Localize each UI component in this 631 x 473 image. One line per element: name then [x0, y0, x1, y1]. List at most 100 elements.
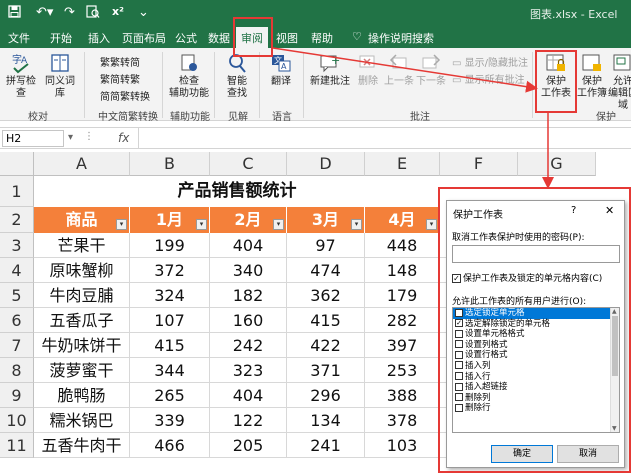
- next-comment-button[interactable]: 下一条: [416, 52, 446, 88]
- table-cell[interactable]: 107: [130, 308, 210, 333]
- table-cell[interactable]: 371: [287, 358, 365, 383]
- table-cell[interactable]: 422: [287, 333, 365, 358]
- table-cell[interactable]: 265: [130, 383, 210, 408]
- tab-data[interactable]: 数据: [208, 30, 230, 46]
- row-header-11[interactable]: 11: [0, 433, 34, 458]
- table-cell[interactable]: 404: [210, 233, 287, 258]
- column-header-c[interactable]: C: [210, 152, 287, 176]
- table-cell[interactable]: 388: [365, 383, 440, 408]
- header-cell[interactable]: 1月 ▾: [130, 207, 210, 233]
- table-cell[interactable]: 282: [365, 308, 440, 333]
- name-box-dropdown-icon[interactable]: ▾: [68, 132, 73, 143]
- formula-input[interactable]: [140, 130, 628, 147]
- table-cell[interactable]: 474: [287, 258, 365, 283]
- previous-comment-button[interactable]: 上一条: [384, 52, 414, 88]
- table-cell[interactable]: 296: [287, 383, 365, 408]
- smart-lookup-button[interactable]: 智能 查找: [220, 52, 254, 100]
- row-header-8[interactable]: 8: [0, 358, 34, 383]
- row-header-7[interactable]: 7: [0, 333, 34, 358]
- thesaurus-button[interactable]: 同义词库: [43, 52, 77, 100]
- name-box[interactable]: H2: [2, 130, 64, 147]
- table-cell[interactable]: 397: [365, 333, 440, 358]
- table-cell[interactable]: 340: [210, 258, 287, 283]
- table-cell[interactable]: 253: [365, 358, 440, 383]
- tab-home[interactable]: 开始: [50, 30, 72, 46]
- save-icon[interactable]: [8, 5, 21, 22]
- check-accessibility-button[interactable]: 检查 辅助功能: [168, 52, 210, 100]
- header-cell[interactable]: 2月 ▾: [210, 207, 287, 233]
- table-cell[interactable]: 466: [130, 433, 210, 458]
- table-cell[interactable]: 160: [210, 308, 287, 333]
- table-cell[interactable]: 362: [287, 283, 365, 308]
- table-cell[interactable]: 牛奶味饼干: [34, 333, 130, 358]
- simplified-to-traditional-button[interactable]: 繁简转繁: [100, 71, 140, 86]
- tab-formulas[interactable]: 公式: [175, 30, 197, 46]
- row-header-6[interactable]: 6: [0, 308, 34, 333]
- preview-icon[interactable]: [86, 5, 100, 23]
- row-header-9[interactable]: 9: [0, 383, 34, 408]
- table-cell[interactable]: 182: [210, 283, 287, 308]
- table-cell[interactable]: 脆鸭肠: [34, 383, 130, 408]
- row-header-10[interactable]: 10: [0, 408, 34, 433]
- table-cell[interactable]: 415: [130, 333, 210, 358]
- show-hide-comment-button[interactable]: ▭ 显示/隐藏批注: [452, 54, 528, 69]
- row-header-1[interactable]: 1: [0, 176, 34, 207]
- table-cell[interactable]: 344: [130, 358, 210, 383]
- header-cell[interactable]: 商品 ▾: [34, 207, 130, 233]
- allow-edit-ranges-button[interactable]: 允许编辑区域: [608, 52, 631, 112]
- table-cell[interactable]: 324: [130, 283, 210, 308]
- spell-check-button[interactable]: 字A 拼写检查: [4, 52, 38, 100]
- superscript-icon[interactable]: x²: [112, 5, 124, 18]
- table-cell[interactable]: 404: [210, 383, 287, 408]
- table-cell[interactable]: 菠萝蜜干: [34, 358, 130, 383]
- column-header-f[interactable]: F: [440, 152, 518, 176]
- row-header-5[interactable]: 5: [0, 283, 34, 308]
- table-cell[interactable]: 原味蟹柳: [34, 258, 130, 283]
- table-cell[interactable]: 五香瓜子: [34, 308, 130, 333]
- filter-dropdown-icon[interactable]: ▾: [351, 219, 362, 230]
- protect-workbook-button[interactable]: 保护 工作簿: [577, 52, 607, 100]
- column-header-a[interactable]: A: [34, 152, 130, 176]
- column-header-d[interactable]: D: [287, 152, 365, 176]
- table-cell[interactable]: 134: [287, 408, 365, 433]
- table-cell[interactable]: 415: [287, 308, 365, 333]
- traditional-to-simplified-button[interactable]: 繁繁转简: [100, 54, 140, 69]
- header-cell[interactable]: 3月 ▾: [287, 207, 365, 233]
- tab-file[interactable]: 文件: [8, 30, 30, 46]
- table-cell[interactable]: 五香牛肉干: [34, 433, 130, 458]
- tab-view[interactable]: 视图: [276, 30, 298, 46]
- show-all-comments-button[interactable]: ▭ 显示所有批注: [452, 71, 525, 86]
- table-cell[interactable]: 199: [130, 233, 210, 258]
- customize-quick-access-icon[interactable]: ⌄: [138, 5, 149, 20]
- filter-dropdown-icon[interactable]: ▾: [273, 219, 284, 230]
- table-cell[interactable]: 339: [130, 408, 210, 433]
- sheet-title[interactable]: 产品销售额统计: [34, 176, 440, 207]
- filter-dropdown-icon[interactable]: ▾: [196, 219, 207, 230]
- chinese-conversion-button[interactable]: 简简繁转换: [100, 88, 150, 103]
- table-cell[interactable]: 372: [130, 258, 210, 283]
- table-cell[interactable]: 205: [210, 433, 287, 458]
- table-cell[interactable]: 378: [365, 408, 440, 433]
- table-cell[interactable]: 148: [365, 258, 440, 283]
- translate-button[interactable]: 文A 翻译: [264, 52, 298, 88]
- undo-icon[interactable]: ↶▾: [36, 5, 53, 20]
- column-header-e[interactable]: E: [365, 152, 440, 176]
- row-header-3[interactable]: 3: [0, 233, 34, 258]
- column-header-g[interactable]: G: [518, 152, 596, 176]
- tab-insert[interactable]: 插入: [88, 30, 110, 46]
- filter-dropdown-icon[interactable]: ▾: [116, 219, 127, 230]
- column-header-b[interactable]: B: [130, 152, 210, 176]
- row-header-2[interactable]: 2: [0, 207, 34, 233]
- filter-dropdown-icon[interactable]: ▾: [426, 219, 437, 230]
- insert-function-icon[interactable]: fx: [118, 131, 129, 145]
- redo-icon[interactable]: ↷: [64, 5, 75, 20]
- table-cell[interactable]: 糯米锅巴: [34, 408, 130, 433]
- delete-comment-button[interactable]: 删除: [354, 52, 382, 88]
- table-cell[interactable]: 牛肉豆脯: [34, 283, 130, 308]
- tell-me-search[interactable]: 操作说明搜索: [368, 30, 434, 46]
- table-cell[interactable]: 242: [210, 333, 287, 358]
- table-cell[interactable]: 448: [365, 233, 440, 258]
- new-comment-button[interactable]: + 新建批注: [308, 52, 352, 88]
- tab-help[interactable]: 帮助: [311, 30, 333, 46]
- table-cell[interactable]: 122: [210, 408, 287, 433]
